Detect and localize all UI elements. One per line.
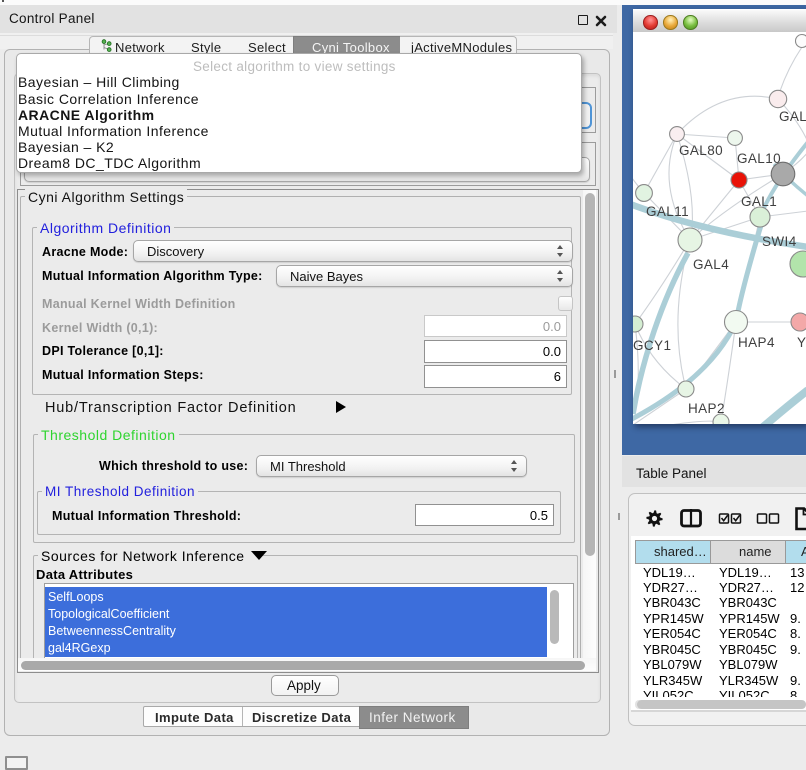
svg-text:GAL4: GAL4 [693, 257, 729, 272]
svg-text:SWI4: SWI4 [762, 234, 797, 249]
svg-text:HAP2: HAP2 [688, 401, 725, 416]
svg-text:GAL10: GAL10 [737, 151, 781, 166]
svg-text:GCY1: GCY1 [633, 338, 671, 353]
svg-text:YJ: YJ [797, 335, 806, 350]
svg-text:GAL11: GAL11 [646, 204, 689, 219]
svg-text:GAL7: GAL7 [779, 109, 806, 124]
svg-text:GAL1: GAL1 [741, 194, 777, 209]
svg-text:GAL80: GAL80 [679, 143, 723, 158]
svg-text:HAP4: HAP4 [738, 335, 775, 350]
